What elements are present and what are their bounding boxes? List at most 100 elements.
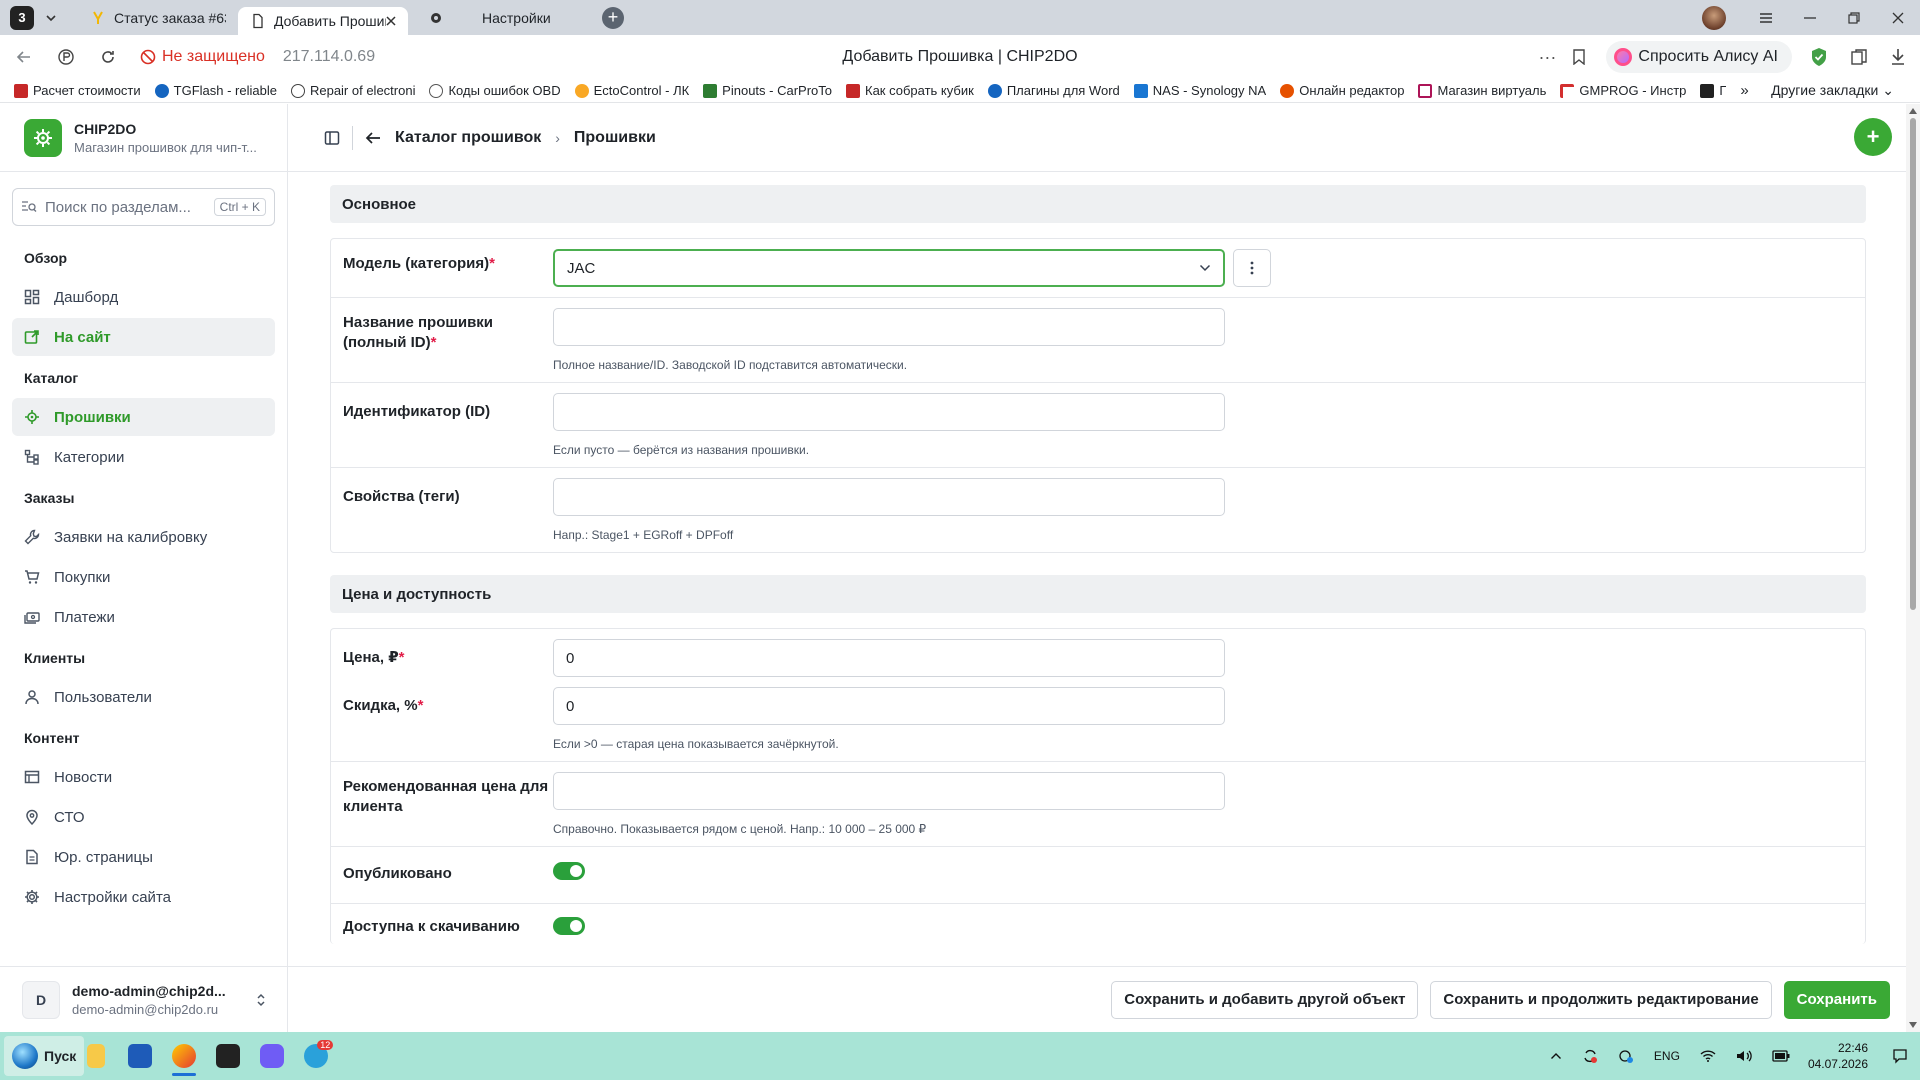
model-select[interactable]: JAC [553,249,1225,287]
bookmark-item[interactable]: Онлайн редактор [1280,83,1404,98]
sidebar-item-firmwares[interactable]: Прошивки [12,398,275,436]
url-host[interactable]: 217.114.0.69 [283,48,375,66]
close-window-icon[interactable] [1876,0,1920,35]
wifi-icon[interactable] [1700,1050,1716,1062]
sidebar-item-calibration-requests[interactable]: Заявки на калибровку [12,518,275,556]
sidebar-item-users[interactable]: Пользователи [12,678,275,716]
close-tab-icon[interactable] [386,16,396,26]
tab-counter[interactable]: 3 [10,5,34,30]
user-email: demo-admin@chip2do.ru [72,1001,219,1017]
start-button[interactable]: Пуск [4,1036,85,1076]
tab-order-status[interactable]: Статус заказа #63404236 [78,4,238,32]
taskbar-telegram[interactable]: 12 [296,1036,336,1076]
sidebar-search-input[interactable]: Поиск по разделам... Ctrl + K [12,188,275,226]
page-scrollbar[interactable] [1906,104,1920,1032]
tray-overflow-icon[interactable] [1550,1052,1562,1060]
restore-icon[interactable] [1832,0,1876,35]
bookmark-item[interactable]: Pinouts - CarProTo [703,83,832,98]
back-arrow-icon[interactable] [365,131,381,145]
sidebar-toggle-icon[interactable] [324,130,340,146]
new-tab-button[interactable]: + [602,6,624,29]
identifier-input[interactable] [553,393,1225,431]
recommended-help: Справочно. Показывается рядом с ценой. Н… [553,822,927,836]
security-indicator[interactable]: Не защищено [140,48,265,66]
save-and-add-button[interactable]: Сохранить и добавить другой объект [1111,980,1419,1019]
bookmark-item[interactable]: Магазин виртуаль [1418,83,1546,98]
chevron-up-down-icon[interactable] [256,992,266,1008]
recommended-price-input[interactable] [553,772,1225,810]
user-card[interactable]: D demo-admin@chip2d... demo-admin@chip2d… [0,966,288,1032]
back-icon[interactable] [6,39,42,75]
language-indicator[interactable]: ENG [1654,1049,1680,1063]
bookmark-item[interactable]: Как собрать кубик [846,83,974,98]
tab-settings[interactable]: Настройки [416,4,596,32]
bookmark-item[interactable]: Г [1700,83,1726,98]
downloadable-toggle[interactable] [553,917,585,935]
bookmark-item[interactable]: NAS - Synology NA [1133,83,1266,98]
bookmark-favicon-icon [1700,83,1715,98]
taskbar-explorer[interactable] [76,1036,116,1076]
clock[interactable]: 22:46 04.07.2026 [1808,1040,1868,1072]
scroll-down-icon[interactable] [1909,1022,1917,1028]
published-toggle[interactable] [553,862,585,880]
notifications-icon[interactable] [1892,1048,1908,1064]
sidebar-item-news[interactable]: Новости [12,758,275,796]
sidebar-item-dashboard[interactable]: Дашборд [12,278,275,316]
other-bookmarks[interactable]: Другие закладки ⌄ [1771,82,1894,99]
sidebar-item-legal-pages[interactable]: Юр. страницы [12,838,275,876]
save-button[interactable]: Сохранить [1783,980,1890,1019]
menu-icon[interactable] [1744,0,1788,35]
price-label: Цена, ₽* [343,639,553,677]
network-status-icon[interactable] [1618,1048,1634,1064]
model-actions-button[interactable] [1233,249,1271,287]
brand[interactable]: CHIP2DO Магазин прошивок для чип-т... [0,104,287,172]
bookmark-item[interactable]: Расчет стоимости [14,83,141,98]
bookmark-item[interactable]: EctoControl - ЛК [574,83,689,98]
more-bookmarks-icon[interactable]: » [1740,82,1748,99]
add-button[interactable]: + [1854,118,1892,156]
bookmark-item[interactable]: Repair of electroni [290,83,415,98]
protect-shield-icon[interactable] [1810,47,1828,67]
alisa-icon [1614,48,1633,66]
discount-input[interactable]: 0 [553,687,1225,725]
bookmark-icon[interactable] [1572,49,1586,65]
ask-alisa-button[interactable]: Спросить Алису AI [1606,41,1792,73]
taskbar-notion[interactable] [208,1036,248,1076]
reload-icon[interactable] [90,39,126,75]
bookmark-item[interactable]: Плагины для Word [987,83,1120,98]
price-input[interactable]: 0 [553,639,1225,677]
volume-icon[interactable] [1736,1049,1752,1063]
firmware-name-input[interactable] [553,308,1225,346]
search-list-icon [21,200,37,214]
sidebar-item-categories[interactable]: Категории [12,438,275,476]
nav-section-clients: Клиенты [24,650,86,666]
more-dots-icon[interactable]: ··· [1538,47,1556,68]
sidebar-item-payments[interactable]: Платежи [12,598,275,636]
tags-input[interactable] [553,478,1225,516]
bookmark-item[interactable]: Коды ошибок OBD [429,83,561,98]
tabs-dropdown-icon[interactable] [38,5,64,31]
sidebar-item-site[interactable]: На сайт [12,318,275,356]
taskbar-store[interactable] [120,1036,160,1076]
sidebar-item-purchases[interactable]: Покупки [12,558,275,596]
battery-icon[interactable] [1772,1050,1790,1062]
tab-add-firmware[interactable]: Добавить Прошивка | CHIP2DO [238,7,408,35]
sync-icon[interactable] [1582,1048,1598,1064]
bookmark-item[interactable]: TGFlash - reliable [154,83,277,98]
minimize-icon[interactable] [1788,0,1832,35]
brand-logo-icon [24,118,62,157]
save-and-continue-button[interactable]: Сохранить и продолжить редактирование [1430,980,1772,1019]
sidebar-item-service-stations[interactable]: СТО [12,798,275,836]
download-icon[interactable] [1890,48,1906,66]
sidebar-item-site-settings[interactable]: Настройки сайта [12,878,275,916]
collections-icon[interactable] [1850,48,1868,66]
profile-avatar[interactable] [1702,5,1726,30]
bookmark-item[interactable]: GMPROG - Инстр [1560,83,1686,98]
scroll-up-icon[interactable] [1909,108,1917,114]
taskbar-yandex-browser[interactable] [164,1036,204,1076]
taskbar-messenger[interactable] [252,1036,292,1076]
clock-date: 04.07.2026 [1807,1057,1868,1071]
breadcrumb-parent[interactable]: Каталог прошивок [395,129,541,147]
scrollbar-thumb[interactable] [1910,118,1916,610]
reader-icon[interactable] [48,39,84,75]
